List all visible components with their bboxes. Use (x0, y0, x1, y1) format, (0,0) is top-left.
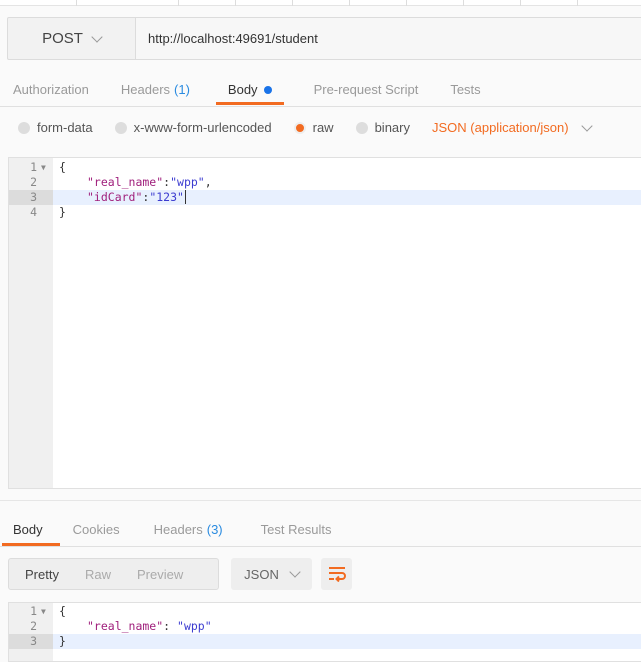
chevron-down-icon (91, 30, 103, 43)
fold-arrow-icon[interactable]: ▼ (41, 604, 46, 619)
modified-dot-icon (263, 85, 272, 94)
url-input[interactable]: http://localhost:49691/student (136, 18, 641, 59)
active-tab-underline (215, 102, 284, 105)
radio-icon (18, 121, 30, 134)
tab-tests[interactable]: Tests (450, 74, 480, 105)
radio-icon (114, 121, 127, 134)
divider (0, 106, 641, 107)
line-number: 3 (9, 634, 53, 649)
line-number: 1 (30, 160, 37, 174)
radio-label: x-www-form-urlencoded (133, 120, 272, 135)
code-line: } (59, 634, 66, 648)
tab-label: Tests (450, 82, 481, 97)
line-number: 4 (30, 205, 37, 219)
response-tabs: Body Cookies Headers (3) Test Results (2, 512, 332, 546)
radio-form-data[interactable]: form-data (18, 120, 93, 135)
tab-authorization[interactable]: Authorization (13, 74, 89, 105)
line-number: 2 (30, 619, 37, 633)
tab-cookies[interactable]: Cookies (73, 512, 120, 546)
headers-count: (3) (206, 521, 223, 537)
pretty-button[interactable]: Pretty (9, 567, 72, 582)
chevron-down-icon (289, 566, 301, 578)
radio-selected-icon (293, 121, 306, 134)
view-mode-group: Pretty Raw Preview (8, 558, 219, 590)
tab-label: Body (13, 521, 43, 537)
code-line: } (59, 205, 66, 219)
tab-label: Pre-request Script (313, 82, 419, 97)
line-number: 3 (9, 190, 53, 205)
code-line: { (59, 160, 66, 174)
method-select[interactable]: POST (8, 18, 136, 59)
chevron-down-icon[interactable] (580, 119, 593, 132)
radio-label: raw (312, 120, 334, 135)
content-type-select[interactable]: JSON (application/json) (432, 120, 569, 135)
request-tabs: Authorization Headers (1) Body Pre-reques… (13, 74, 481, 105)
tab-label: Body (227, 82, 258, 97)
fold-arrow-icon[interactable]: ▼ (41, 160, 46, 175)
code-line: "real_name": "wpp" (87, 619, 212, 633)
top-tab-strip (0, 0, 641, 6)
format-label: JSON (244, 566, 279, 582)
line-number: 2 (30, 175, 37, 189)
headers-count: (1) (174, 82, 190, 97)
code-line: { (59, 604, 66, 618)
format-select[interactable]: JSON (231, 558, 312, 590)
preview-button[interactable]: Preview (124, 567, 196, 582)
tab-pre-request-script[interactable]: Pre-request Script (314, 74, 419, 105)
radio-raw[interactable]: raw (293, 120, 334, 135)
code-line: "real_name":"wpp", (87, 175, 212, 189)
request-body-editor[interactable]: 1 ▼{ 2 "real_name":"wpp", 3 "idCard":"123" … (8, 157, 641, 489)
radio-icon (355, 121, 368, 134)
raw-button[interactable]: Raw (72, 567, 124, 582)
tab-label: Test Results (260, 521, 332, 537)
tab-test-results[interactable]: Test Results (261, 512, 332, 546)
radio-label: form-data (37, 120, 93, 135)
code-line: "idCard":"123" (87, 190, 186, 204)
radio-label: binary (374, 120, 410, 135)
wrap-lines-icon (328, 567, 346, 582)
radio-urlencoded[interactable]: x-www-form-urlencoded (114, 120, 272, 135)
tab-label: Cookies (72, 521, 120, 537)
tab-response-body[interactable]: Body (2, 512, 60, 546)
divider (0, 500, 641, 501)
request-url-bar: POST http://localhost:49691/student (7, 17, 641, 60)
tab-label: Authorization (13, 82, 89, 97)
tab-response-headers[interactable]: Headers (3) (154, 512, 223, 546)
line-number: 1 (30, 604, 37, 618)
radio-binary[interactable]: binary (355, 120, 410, 135)
body-mode-radios: form-data x-www-form-urlencoded raw bina… (18, 119, 593, 135)
response-body-viewer[interactable]: 1 ▼ { 2 "real_name": "wpp" 3} (8, 602, 641, 662)
tab-headers[interactable]: Headers (1) (121, 74, 190, 105)
tab-label: Headers (120, 82, 171, 97)
tab-label: Headers (153, 521, 203, 537)
tab-body[interactable]: Body (215, 74, 284, 105)
divider (0, 546, 641, 547)
wrap-lines-button[interactable] (321, 558, 352, 590)
method-label: POST (42, 30, 83, 47)
